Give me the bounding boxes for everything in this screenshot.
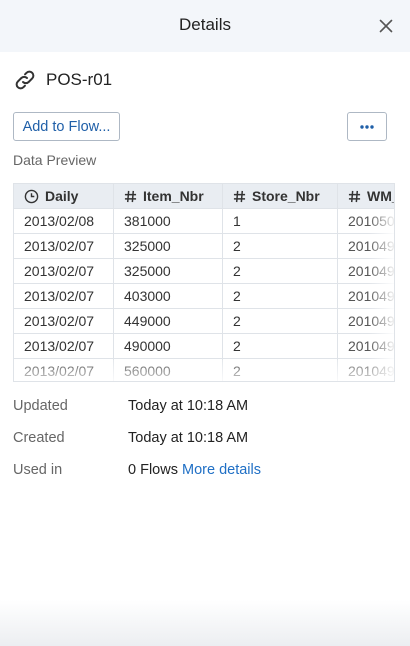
cell-item-nbr: 381000 [114,209,223,234]
close-button[interactable] [374,14,398,38]
grid-header-row: Daily Item_Nbr Store_Nbr WM_ [14,184,394,209]
cell-item-nbr: 325000 [114,234,223,259]
cell-daily: 2013/02/07 [14,234,114,259]
updated-value: Today at 10:18 AM [128,398,249,414]
table-row: 2013/02/07 560000 2 201049 [14,359,395,381]
cell-wm: 201049 [348,263,395,279]
cell-daily: 2013/02/07 [14,284,114,309]
cell-store-nbr: 2 [223,259,338,284]
table-row: 2013/02/07 325000 2 201049 [14,259,395,284]
created-value: Today at 10:18 AM [128,430,249,446]
cell-wm: 201049 [348,288,395,304]
cell-daily: 2013/02/08 [14,209,114,234]
updated-label: Updated [13,398,68,414]
hash-icon [124,190,137,202]
ellipsis-icon [360,124,374,129]
data-preview-grid[interactable]: Daily Item_Nbr Store_Nbr WM_ 2013/02/08 … [13,183,395,382]
cell-wm: 201049 [348,338,395,354]
link-icon [15,70,35,90]
cell-item-nbr: 325000 [114,259,223,284]
column-header-item-nbr[interactable]: Item_Nbr [114,184,223,209]
datasource-name: POS-r01 [46,70,113,89]
column-header-wm[interactable]: WM_ [338,184,394,209]
cell-daily: 2013/02/07 [14,359,114,381]
cell-store-nbr: 2 [223,284,338,309]
cell-daily: 2013/02/07 [14,259,114,284]
used-in-value-group: 0 Flows More details [128,462,261,478]
table-row: 2013/02/07 403000 2 201049 [14,284,395,309]
datasource-title-row: POS-r01 [13,66,112,94]
used-in-value: 0 Flows [128,462,178,478]
add-to-flow-button[interactable]: Add to Flow... [13,112,120,141]
cell-wm: 201049 [348,238,395,254]
details-header: Details [0,0,410,52]
cell-store-nbr: 2 [223,359,338,381]
cell-item-nbr: 560000 [114,359,223,381]
created-label: Created [13,430,65,446]
cell-store-nbr: 2 [223,234,338,259]
table-row: 2013/02/07 325000 2 201049 [14,234,395,259]
cell-store-nbr: 1 [223,209,338,234]
cell-wm: 201049 [348,313,395,329]
cell-item-nbr: 403000 [114,284,223,309]
hash-icon [348,190,361,202]
hash-icon [233,190,246,202]
cell-item-nbr: 490000 [114,334,223,359]
table-row: 2013/02/07 490000 2 201049 [14,334,395,359]
table-row: 2013/02/08 381000 1 201050 [14,209,395,234]
cell-daily: 2013/02/07 [14,309,114,334]
more-details-link[interactable]: More details [182,462,261,478]
cell-item-nbr: 449000 [114,309,223,334]
column-header-daily[interactable]: Daily [14,184,114,209]
cell-daily: 2013/02/07 [14,334,114,359]
used-in-label: Used in [13,462,63,478]
cell-wm: 201050 [348,213,395,229]
panel-title: Details [179,15,231,34]
cell-store-nbr: 2 [223,309,338,334]
cell-wm: 201049 [348,363,395,379]
data-preview-label: Data Preview [13,152,97,168]
clock-icon [24,189,39,204]
more-options-button[interactable] [347,112,387,141]
table-row: 2013/02/07 449000 2 201049 [14,309,395,334]
close-icon [379,19,393,33]
cell-store-nbr: 2 [223,334,338,359]
column-header-store-nbr[interactable]: Store_Nbr [223,184,338,209]
bottom-shadow [0,600,410,646]
